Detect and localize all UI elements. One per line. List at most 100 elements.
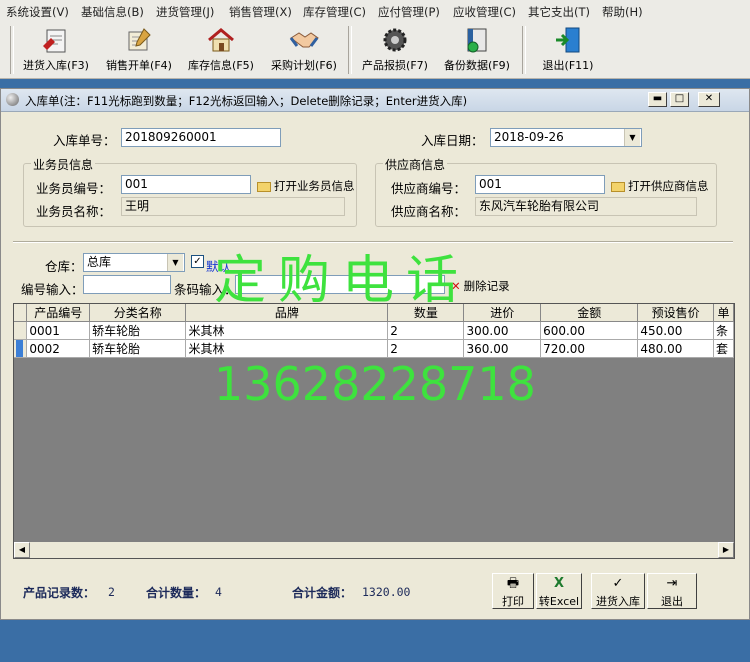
header-product-no[interactable]: 产品编号 xyxy=(26,304,91,322)
chevron-down-icon[interactable]: ▼ xyxy=(624,129,640,146)
excel-icon: X xyxy=(553,576,565,591)
header-price[interactable]: 进价 xyxy=(463,304,542,322)
header-preset-price[interactable]: 预设售价 xyxy=(637,304,714,322)
supplier-name-label: 供应商名称： xyxy=(391,204,467,219)
supplier-name-field: 东风汽车轮胎有限公司 xyxy=(475,197,697,216)
supplier-no-label: 供应商编号： xyxy=(391,181,467,196)
open-supplier-button[interactable]: 打开供应商信息 xyxy=(611,178,709,194)
total-qty-value: 4 xyxy=(215,585,222,599)
desktop-bottom-strip xyxy=(0,620,750,662)
cell-amount[interactable]: 600.00 xyxy=(540,321,639,340)
default-checkbox[interactable]: ✓ xyxy=(191,255,204,268)
table-row[interactable]: 0002 轿车轮胎 米其林 2 360.00 720.00 480.00 套 xyxy=(14,339,734,358)
supplier-group-title: 供应商信息 xyxy=(383,156,448,173)
export-excel-button[interactable]: X 转Excel xyxy=(536,573,582,609)
staff-no-field[interactable]: 001 xyxy=(121,175,251,194)
supplier-no-field[interactable]: 001 xyxy=(475,175,605,194)
folder-icon xyxy=(257,181,271,192)
cell-qty[interactable]: 2 xyxy=(387,339,465,358)
product-grid[interactable]: 产品编号 分类名称 品牌 数量 进价 金额 预设售价 单 0001 轿车轮胎 米… xyxy=(13,303,735,559)
scroll-pen-icon xyxy=(128,28,151,51)
cell-preset-price[interactable]: 450.00 xyxy=(637,321,714,340)
cell-preset-price[interactable]: 480.00 xyxy=(637,339,714,358)
horizontal-scrollbar[interactable]: ◀ ▶ xyxy=(14,542,734,558)
exit-button[interactable]: 退出(F11) xyxy=(533,24,603,76)
chevron-down-icon[interactable]: ▼ xyxy=(167,254,183,271)
menu-payable[interactable]: 应付管理(P) xyxy=(378,4,440,20)
scroll-right-icon[interactable]: ▶ xyxy=(718,542,734,558)
total-qty-label: 合计数量： xyxy=(146,586,207,600)
menu-basic-info[interactable]: 基础信息(B) xyxy=(81,4,144,20)
header-indicator xyxy=(14,304,28,322)
warehouse-select[interactable]: 总库 ▼ xyxy=(83,253,185,272)
stock-in-icon xyxy=(43,29,66,53)
open-staff-button[interactable]: 打开业务员信息 xyxy=(257,178,355,194)
toolbar-separator xyxy=(522,26,526,74)
record-count-label: 产品记录数： xyxy=(23,586,96,600)
exit-door-icon xyxy=(556,27,580,53)
cell-brand[interactable]: 米其林 xyxy=(185,339,389,358)
printer-icon: 🖶 xyxy=(506,576,520,591)
watermark-phone-number: 13628228718 xyxy=(214,357,536,411)
toolbar: 进货入库(F3) 销售开单(F4) 库存信息(F5) 采购计划(F6) 产品报损… xyxy=(0,22,750,79)
menu-help[interactable]: 帮助(H) xyxy=(602,4,643,20)
stock-info-button[interactable]: 库存信息(F5) xyxy=(186,24,256,76)
staff-group-title: 业务员信息 xyxy=(31,156,96,173)
window-title: 入库单(注：F11光标跑到数量；F12光标返回输入；Delete删除记录；Ent… xyxy=(25,94,468,108)
cell-product-no[interactable]: 0001 xyxy=(26,321,91,340)
cell-unit[interactable]: 条 xyxy=(713,321,734,340)
stock-in-button[interactable]: ✓ 进货入库 xyxy=(591,573,645,609)
header-category[interactable]: 分类名称 xyxy=(89,304,187,322)
code-input-label: 编号输入： xyxy=(21,282,84,297)
cell-product-no[interactable]: 0002 xyxy=(26,339,91,358)
table-row[interactable]: 0001 轿车轮胎 米其林 2 300.00 600.00 450.00 条 xyxy=(14,321,734,340)
house-icon xyxy=(208,28,234,52)
date-picker[interactable]: 2018-09-26 ▼ xyxy=(490,128,642,147)
cell-category[interactable]: 轿车轮胎 xyxy=(89,339,187,358)
menu-inventory[interactable]: 库存管理(C) xyxy=(303,4,366,20)
cell-price[interactable]: 360.00 xyxy=(463,339,542,358)
warehouse-label: 仓库： xyxy=(45,259,83,274)
minimize-button[interactable]: ▬ xyxy=(648,92,667,107)
cell-category[interactable]: 轿车轮胎 xyxy=(89,321,187,340)
cell-qty[interactable]: 2 xyxy=(387,321,465,340)
cell-amount[interactable]: 720.00 xyxy=(540,339,639,358)
stock-in-window: 入库单(注：F11光标跑到数量；F12光标返回输入；Delete删除记录；Ent… xyxy=(0,88,750,620)
print-button[interactable]: 🖶 打印 xyxy=(492,573,534,609)
purchase-plan-button[interactable]: 采购计划(F6) xyxy=(268,24,340,76)
maximize-button[interactable]: □ xyxy=(670,92,689,107)
staff-no-label: 业务员编号： xyxy=(36,181,112,196)
window-titlebar[interactable]: 入库单(注：F11光标跑到数量；F12光标返回输入；Delete删除记录；Ent… xyxy=(1,89,749,112)
purchase-in-button[interactable]: 进货入库(F3) xyxy=(20,24,92,76)
book-icon xyxy=(467,28,487,53)
close-button[interactable]: ✕ xyxy=(698,92,720,107)
menu-bar: 系统设置(V) 基础信息(B) 进货管理(J) 销售管理(X) 库存管理(C) … xyxy=(0,0,750,23)
gear-icon xyxy=(383,28,407,52)
scroll-left-icon[interactable]: ◀ xyxy=(14,542,30,558)
window-app-icon xyxy=(6,93,19,106)
header-unit[interactable]: 单 xyxy=(713,304,734,322)
menu-system[interactable]: 系统设置(V) xyxy=(6,4,69,20)
menu-other-expense[interactable]: 其它支出(T) xyxy=(528,4,590,20)
menu-purchase[interactable]: 进货管理(J) xyxy=(156,4,214,20)
total-amount-value: 1320.00 xyxy=(362,585,411,599)
cell-unit[interactable]: 套 xyxy=(713,339,734,358)
code-input-field[interactable] xyxy=(83,275,171,294)
cell-price[interactable]: 300.00 xyxy=(463,321,542,340)
date-label: 入库日期： xyxy=(421,133,484,148)
row-indicator xyxy=(14,321,28,340)
header-amount[interactable]: 金额 xyxy=(540,304,639,322)
total-amount-label: 合计金额： xyxy=(292,586,353,600)
watermark-order-phone: 定购电话 xyxy=(214,251,471,311)
checkmark-icon: ✓ xyxy=(612,576,624,591)
sales-order-button[interactable]: 销售开单(F4) xyxy=(104,24,174,76)
order-no-field[interactable]: 201809260001 xyxy=(121,128,281,147)
product-loss-button[interactable]: 产品报损(F7) xyxy=(358,24,432,76)
menu-receivable[interactable]: 应收管理(C) xyxy=(453,4,516,20)
staff-name-label: 业务员名称： xyxy=(36,204,112,219)
menu-sales[interactable]: 销售管理(X) xyxy=(229,4,292,20)
backup-button[interactable]: 备份数据(F9) xyxy=(440,24,514,76)
handshake-icon xyxy=(289,32,319,48)
footer-exit-button[interactable]: ⇥ 退出 xyxy=(647,573,697,609)
cell-brand[interactable]: 米其林 xyxy=(185,321,389,340)
